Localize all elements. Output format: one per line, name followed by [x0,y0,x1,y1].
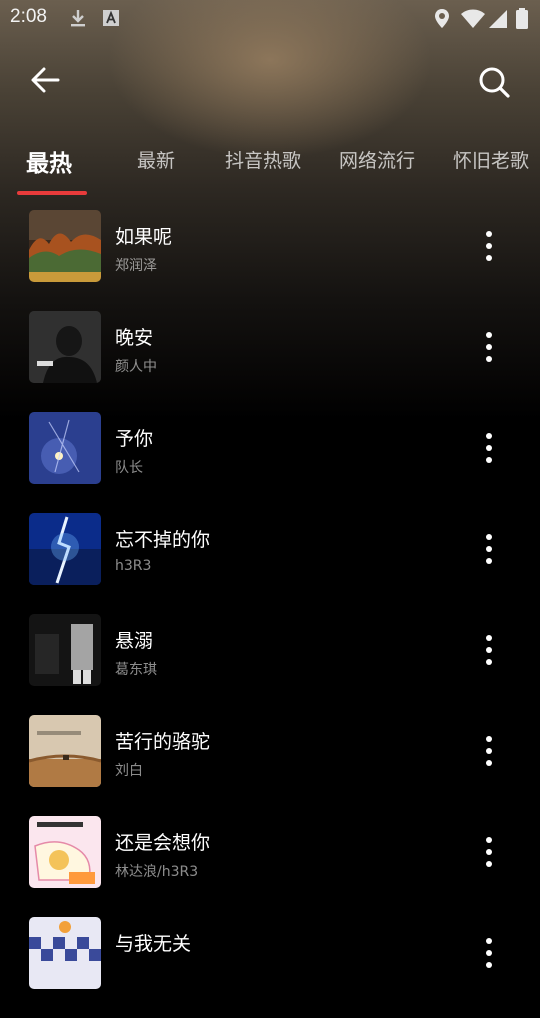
song-list: 如果呢 郑润泽 晚安 颜人中 予你 队长 忘不掉的你 h3R3 悬溺 葛东琪 苦… [0,210,540,1018]
song-row[interactable]: 予你 队长 [0,412,540,513]
more-options-icon[interactable] [476,430,502,466]
song-row[interactable]: 如果呢 郑润泽 [0,210,540,311]
song-title: 还是会想你 [115,832,211,854]
song-row[interactable]: 悬溺 葛东琪 [0,614,540,715]
download-icon [71,10,85,27]
song-artist: h3R3 [115,558,152,574]
song-title: 与我无关 [115,933,192,955]
song-title: 予你 [115,428,154,450]
song-artist: 队长 [115,460,143,476]
more-options-icon[interactable] [476,935,502,971]
album-cover [29,210,101,282]
song-artist: 刘白 [115,763,143,779]
song-title: 苦行的骆驼 [115,731,211,753]
song-artist: 葛东琪 [115,662,157,678]
tab-newest[interactable]: 最新 [137,146,175,173]
battery-icon [516,8,528,29]
signal-icon [489,10,507,28]
active-tab-indicator [17,191,87,195]
album-cover [29,917,101,989]
album-cover [29,513,101,585]
status-time: 2:08 [10,6,47,27]
tab-hottest[interactable]: 最热 [26,144,72,178]
more-options-icon[interactable] [476,531,502,567]
song-title: 如果呢 [115,226,173,248]
album-cover [29,715,101,787]
song-artist: 郑润泽 [115,258,157,274]
font-a-icon [103,10,119,26]
song-title: 晚安 [115,327,154,349]
location-icon [435,9,449,28]
arrow-left-icon[interactable] [26,62,66,98]
tab-nostalgic[interactable]: 怀旧老歌 [453,146,529,173]
more-options-icon[interactable] [476,834,502,870]
song-row[interactable]: 还是会想你 林达浪/h3R3 [0,816,540,917]
category-tabs: 最热 最新 抖音热歌 网络流行 怀旧老歌 [0,140,540,200]
more-options-icon[interactable] [476,733,502,769]
song-row[interactable]: 与我无关 [0,917,540,1018]
more-options-icon[interactable] [476,329,502,365]
song-artist: 林达浪/h3R3 [115,864,199,880]
song-row[interactable]: 晚安 颜人中 [0,311,540,412]
album-cover [29,311,101,383]
song-row[interactable]: 忘不掉的你 h3R3 [0,513,540,614]
wifi-icon [461,9,485,28]
song-row[interactable]: 苦行的骆驼 刘白 [0,715,540,816]
album-cover [29,412,101,484]
album-cover [29,614,101,686]
song-title: 忘不掉的你 [115,529,211,551]
tab-douyin-hits[interactable]: 抖音热歌 [225,146,301,173]
more-options-icon[interactable] [476,228,502,264]
status-bar: 2:08 [0,0,540,36]
search-icon[interactable] [474,62,514,102]
more-options-icon[interactable] [476,632,502,668]
song-artist: 颜人中 [115,359,157,375]
top-bar [0,50,540,110]
tab-internet-pop[interactable]: 网络流行 [339,146,415,173]
album-cover [29,816,101,888]
song-title: 悬溺 [115,630,154,652]
